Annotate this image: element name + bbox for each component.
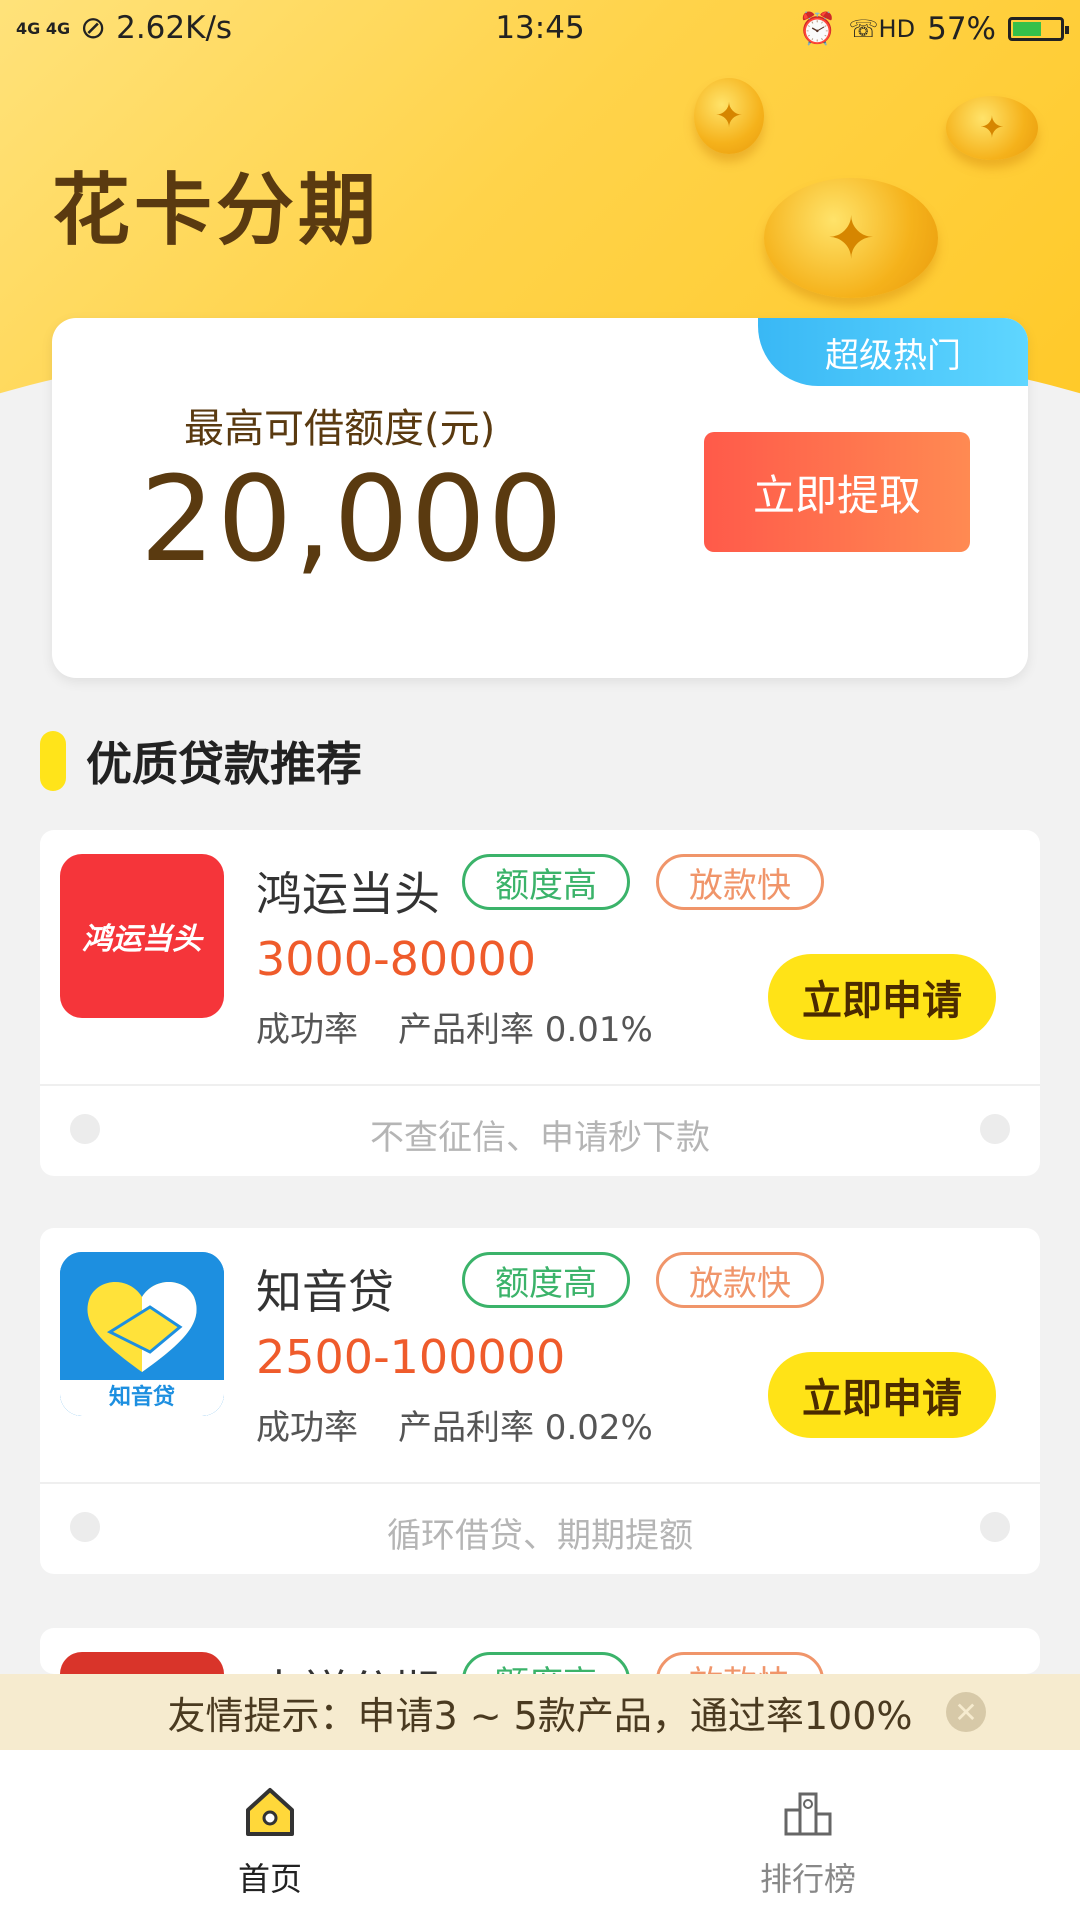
section-title-text: 优质贷款推荐	[86, 737, 362, 791]
home-icon	[246, 1788, 294, 1836]
app-title: 花卡分期	[52, 165, 381, 256]
product-amount-range: 3000-80000	[256, 932, 536, 986]
tab-home[interactable]: 首页	[170, 1784, 370, 1900]
tag-high-limit: 额度高	[462, 1652, 630, 1674]
tip-text: 友情提示：申请3 ~ 5款产品，通过率100%	[167, 1693, 913, 1738]
product-card[interactable]: 知音贷 知音贷 额度高 放款快 2500-100000 成功率 产品利率 0.02…	[40, 1228, 1040, 1574]
product-meta: 成功率 产品利率 0.02%	[256, 1400, 653, 1449]
hot-badge: 超级热门	[758, 318, 1028, 386]
alarm-icon: ⏰	[797, 11, 837, 47]
apply-button[interactable]: 立即申请	[768, 1352, 996, 1438]
product-logo: 鸿运当头	[60, 854, 224, 1018]
bottom-tab-bar: 首页 排行榜	[0, 1750, 1080, 1920]
product-logo: 知音贷	[60, 1252, 224, 1416]
tab-home-label: 首页	[237, 1860, 302, 1898]
coin-icon: ✦	[946, 96, 1038, 160]
product-name: 鸿运当头	[256, 867, 440, 921]
tag-fast-payout: 放款快	[656, 1252, 824, 1308]
tag-high-limit: 额度高	[462, 1252, 630, 1308]
success-rate-label: 成功率	[256, 1010, 358, 1050]
product-logo	[60, 1652, 224, 1674]
product-logo-text: 鸿运当头	[82, 922, 202, 957]
tag-fast-payout: 放款快	[656, 1652, 824, 1674]
tag-high-limit: 额度高	[462, 854, 630, 910]
product-card[interactable]: 鸿运当头 鸿运当头 额度高 放款快 3000-80000 成功率 产品利率 0.0…	[40, 830, 1040, 1176]
tip-banner: 友情提示：申请3 ~ 5款产品，通过率100% ✕	[0, 1674, 1080, 1750]
product-description: 不查征信、申请秒下款	[370, 1118, 710, 1158]
product-description: 循环借贷、期期提额	[387, 1516, 693, 1556]
clock: 13:45	[495, 10, 585, 46]
coin-icon: ✦	[764, 178, 938, 298]
product-name: 知音贷	[256, 1265, 394, 1319]
battery-percent: 57%	[927, 10, 996, 47]
product-card[interactable]: 吉祥分期 额度高 放款快	[40, 1628, 1040, 1674]
status-bar: 4G 4G ⊘ 2.62K/s 13:45 ⏰ ☏HD 57%	[0, 0, 1080, 56]
divider	[40, 1084, 1040, 1086]
limit-label: 最高可借额度(元)	[184, 406, 496, 452]
tag-fast-payout: 放款快	[656, 854, 824, 910]
limit-amount: 20,000	[140, 450, 565, 588]
divider	[40, 1482, 1040, 1484]
success-rate-label: 成功率	[256, 1408, 358, 1448]
tab-rank[interactable]: 排行榜	[708, 1784, 908, 1900]
section-accent-bar	[40, 731, 66, 791]
product-meta: 成功率 产品利率 0.01%	[256, 1002, 653, 1051]
product-logo-text: 知音贷	[108, 1385, 175, 1410]
interest-rate: 产品利率 0.01%	[398, 1010, 653, 1050]
product-amount-range: 2500-100000	[256, 1330, 566, 1384]
loan-limit-card: 超级热门 最高可借额度(元) 20,000 立即提取	[52, 318, 1028, 678]
tab-rank-label: 排行榜	[759, 1860, 856, 1898]
coin-icon: ✦	[694, 78, 764, 154]
interest-rate: 产品利率 0.02%	[398, 1408, 653, 1448]
product-name: 吉祥分期	[256, 1656, 440, 1674]
battery-icon	[1008, 16, 1069, 41]
close-icon[interactable]: ✕	[946, 1692, 986, 1732]
apply-button[interactable]: 立即申请	[768, 954, 996, 1040]
claim-button[interactable]: 立即提取	[704, 432, 970, 552]
section-title: 优质贷款推荐	[40, 728, 362, 794]
ranking-icon	[784, 1792, 832, 1836]
hd-call-icon: ☏HD	[848, 14, 916, 43]
